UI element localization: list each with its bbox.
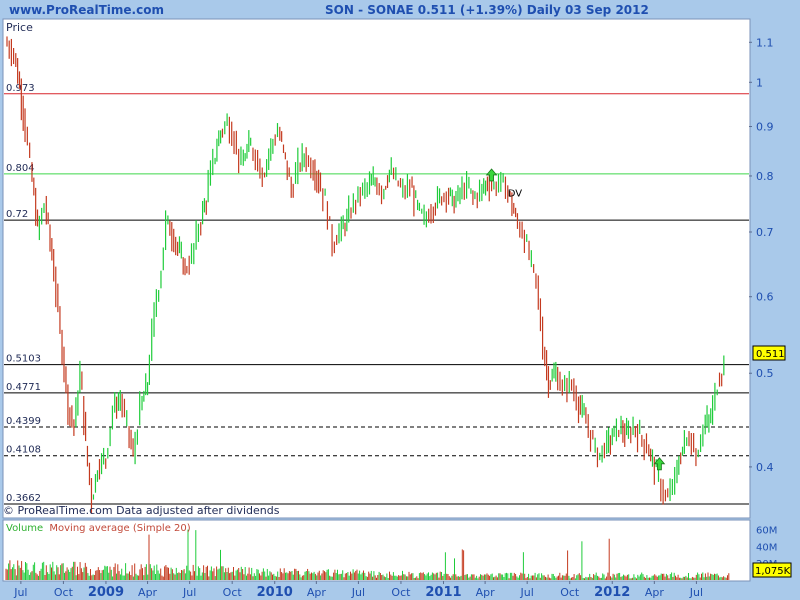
y-tick-label-6: 0.5 xyxy=(756,367,774,380)
price-label: Price xyxy=(6,21,33,34)
volume-legend: Volume Moving average (Simple 20) xyxy=(6,523,191,534)
y-tick-label-7: 0.4 xyxy=(756,461,774,474)
x-tick-label-4: Jul xyxy=(182,586,196,599)
x-tick-label-1: Oct xyxy=(54,586,74,599)
x-tick-label-8: Jul xyxy=(351,586,365,599)
last-volume-text: 1,075K xyxy=(755,566,791,577)
dv-marker: DV xyxy=(508,188,523,199)
x-tick-label-14: 2012 xyxy=(594,585,630,600)
y-tick-label-5: 0.6 xyxy=(756,291,774,304)
level-label-0: 0.973 xyxy=(6,83,35,94)
x-tick-label-16: Jul xyxy=(689,586,703,599)
last-volume-badge: 1,075K xyxy=(752,562,792,578)
time-axis: Jul Oct 2009 Apr Jul Oct 2010 Apr Jul Oct 2011 Apr J… xyxy=(13,581,703,600)
volume-tick-label-0: 60M xyxy=(756,525,777,536)
x-tick-label-9: Oct xyxy=(391,586,411,599)
price-axis: 1.1 1 0.9 0.8 0.7 0.6 0.5 0.4 xyxy=(749,36,774,474)
x-tick-label-3: Apr xyxy=(138,586,158,599)
x-tick-label-13: Oct xyxy=(560,586,580,599)
y-tick-label-2: 0.9 xyxy=(756,121,774,134)
x-tick-label-0: Jul xyxy=(13,586,27,599)
y-tick-label-3: 0.8 xyxy=(756,170,774,183)
level-label-6: 0.4108 xyxy=(6,445,41,456)
source-note: © ProRealTime.com Data adjusted after di… xyxy=(3,504,280,517)
x-tick-label-2: 2009 xyxy=(88,585,124,600)
level-label-4: 0.4771 xyxy=(6,382,41,393)
level-label-2: 0.72 xyxy=(6,209,28,220)
y-tick-label-0: 1.1 xyxy=(756,36,774,49)
x-tick-label-6: 2010 xyxy=(257,585,293,600)
x-tick-label-10: 2011 xyxy=(425,585,461,600)
level-label-3: 0.5103 xyxy=(6,354,41,365)
level-label-5: 0.4399 xyxy=(6,416,41,427)
last-price-text: 0.511 xyxy=(756,349,785,360)
ma-legend-label: Moving average (Simple 20) xyxy=(49,523,190,534)
y-tick-label-4: 0.7 xyxy=(756,226,774,239)
y-tick-label-1: 1 xyxy=(756,76,763,89)
volume-tick-label-1: 40M xyxy=(756,542,777,553)
x-tick-label-15: Apr xyxy=(645,586,665,599)
x-tick-label-11: Apr xyxy=(476,586,496,599)
x-tick-label-5: Oct xyxy=(223,586,243,599)
x-tick-label-7: Apr xyxy=(307,586,327,599)
level-label-1: 0.804 xyxy=(6,163,35,174)
x-tick-label-12: Jul xyxy=(520,586,534,599)
last-price-badge: 0.511 xyxy=(752,345,786,361)
level-label-7: 0.3662 xyxy=(6,493,41,504)
volume-legend-label: Volume xyxy=(6,523,43,534)
